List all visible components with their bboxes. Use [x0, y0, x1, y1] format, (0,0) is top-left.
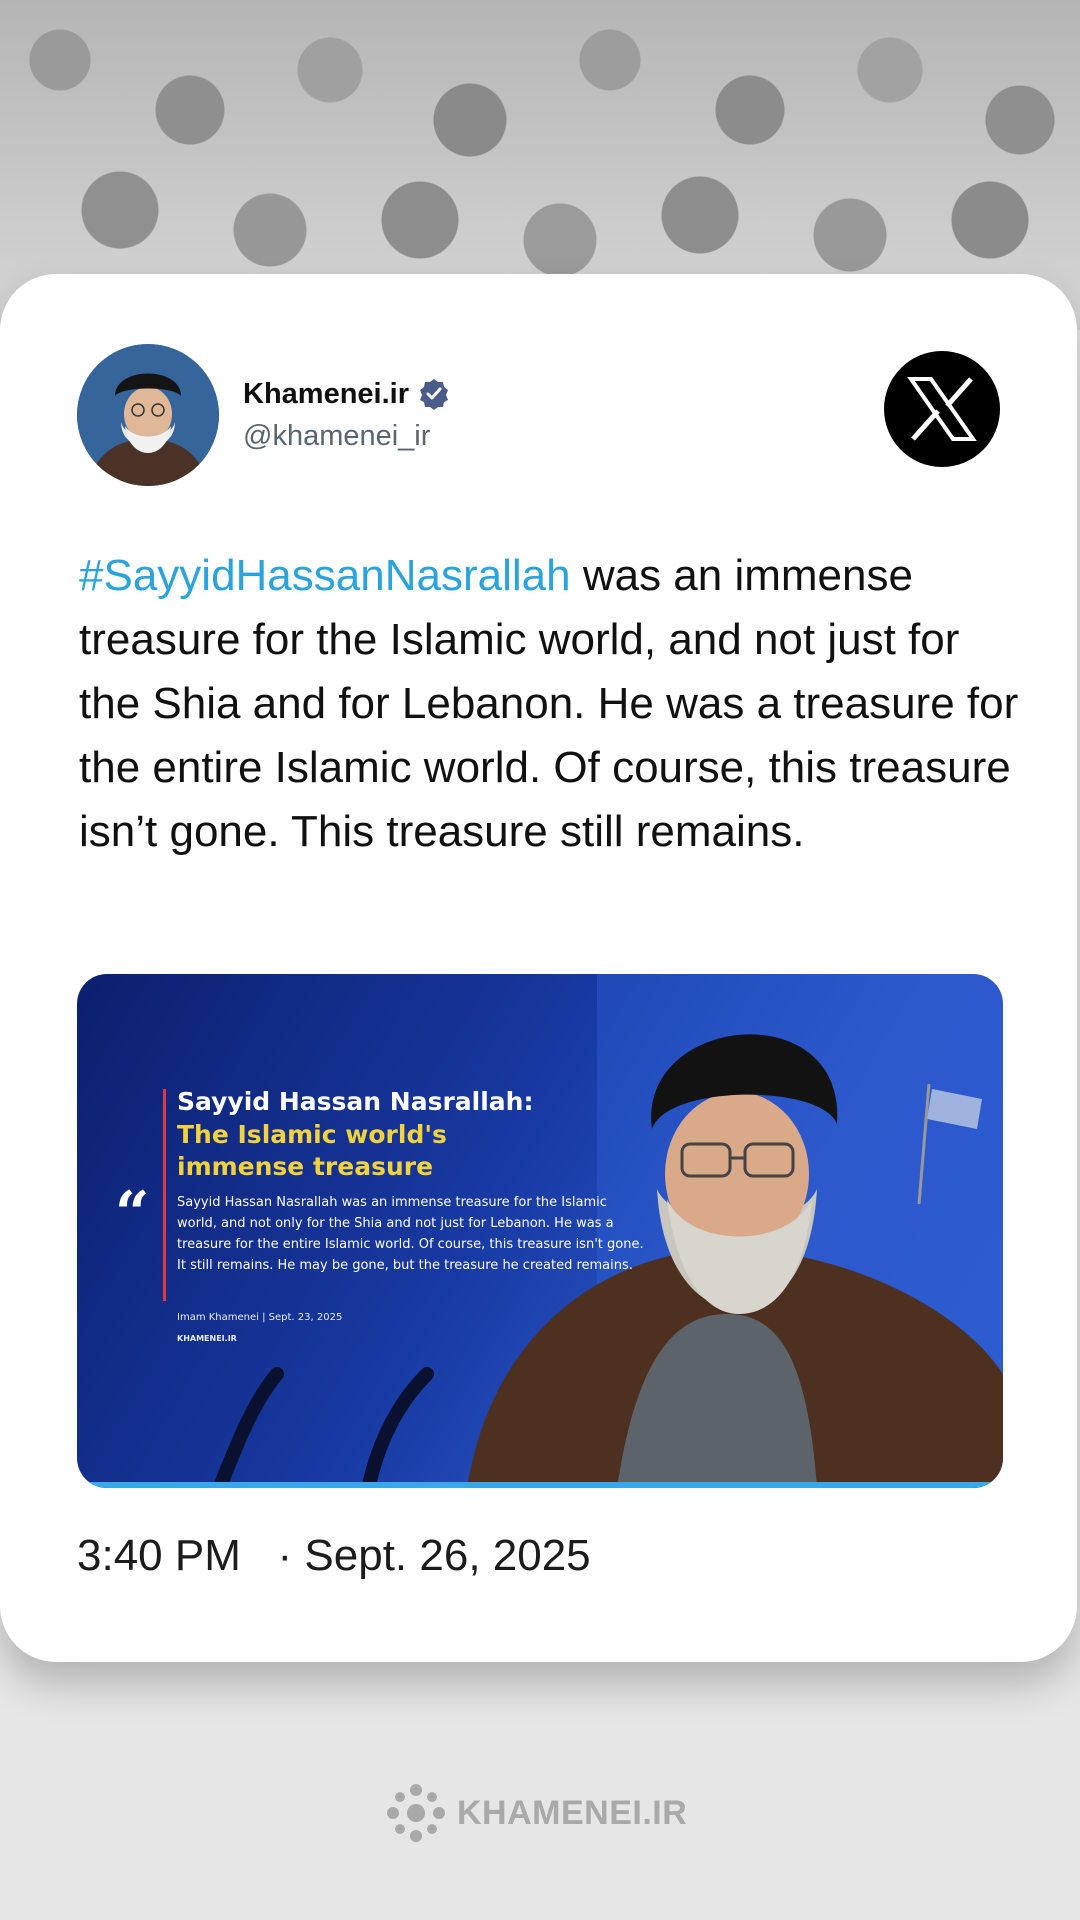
- media-attribution: Imam Khamenei | Sept. 23, 2025: [177, 1312, 343, 1323]
- hashtag-link[interactable]: #SayyidHassanNasrallah: [79, 551, 571, 600]
- page: Khamenei.ir @khamenei_ir #SayyidHassanNa…: [0, 0, 1080, 1920]
- media-subtitle: The Islamic world's immense treasure: [177, 1120, 447, 1181]
- author-handle[interactable]: @khamenei_ir: [243, 420, 430, 453]
- media-brand: KHAMENEI.IR: [177, 1334, 237, 1343]
- author-name-row[interactable]: Khamenei.ir: [243, 377, 451, 411]
- media-accent-bar: [163, 1089, 166, 1301]
- avatar[interactable]: [77, 344, 219, 486]
- footer-logo: KHAMENEI.IR: [385, 1782, 687, 1844]
- footer-logo-text: KHAMENEI.IR: [457, 1793, 688, 1832]
- quote-mark-icon: “: [115, 1179, 150, 1249]
- tweet-timestamp[interactable]: 3:40 PM · Sept. 26, 2025: [77, 1531, 591, 1581]
- tweet-text: #SayyidHassanNasrallah was an immense tr…: [79, 544, 1019, 864]
- media-title: Sayyid Hassan Nasrallah:: [177, 1087, 534, 1116]
- media-image[interactable]: “ Sayyid Hassan Nasrallah: The Islamic w…: [77, 974, 1003, 1488]
- khamenei-logo-icon: [387, 1784, 445, 1842]
- author-name[interactable]: Khamenei.ir: [243, 378, 409, 411]
- x-logo-icon[interactable]: [884, 351, 1000, 467]
- tweet-card: Khamenei.ir @khamenei_ir #SayyidHassanNa…: [0, 274, 1077, 1662]
- media-bottom-bar: [77, 1482, 1003, 1488]
- verified-badge-icon: [420, 379, 448, 410]
- media-quote-text: Sayyid Hassan Nasrallah was an immense t…: [177, 1195, 644, 1273]
